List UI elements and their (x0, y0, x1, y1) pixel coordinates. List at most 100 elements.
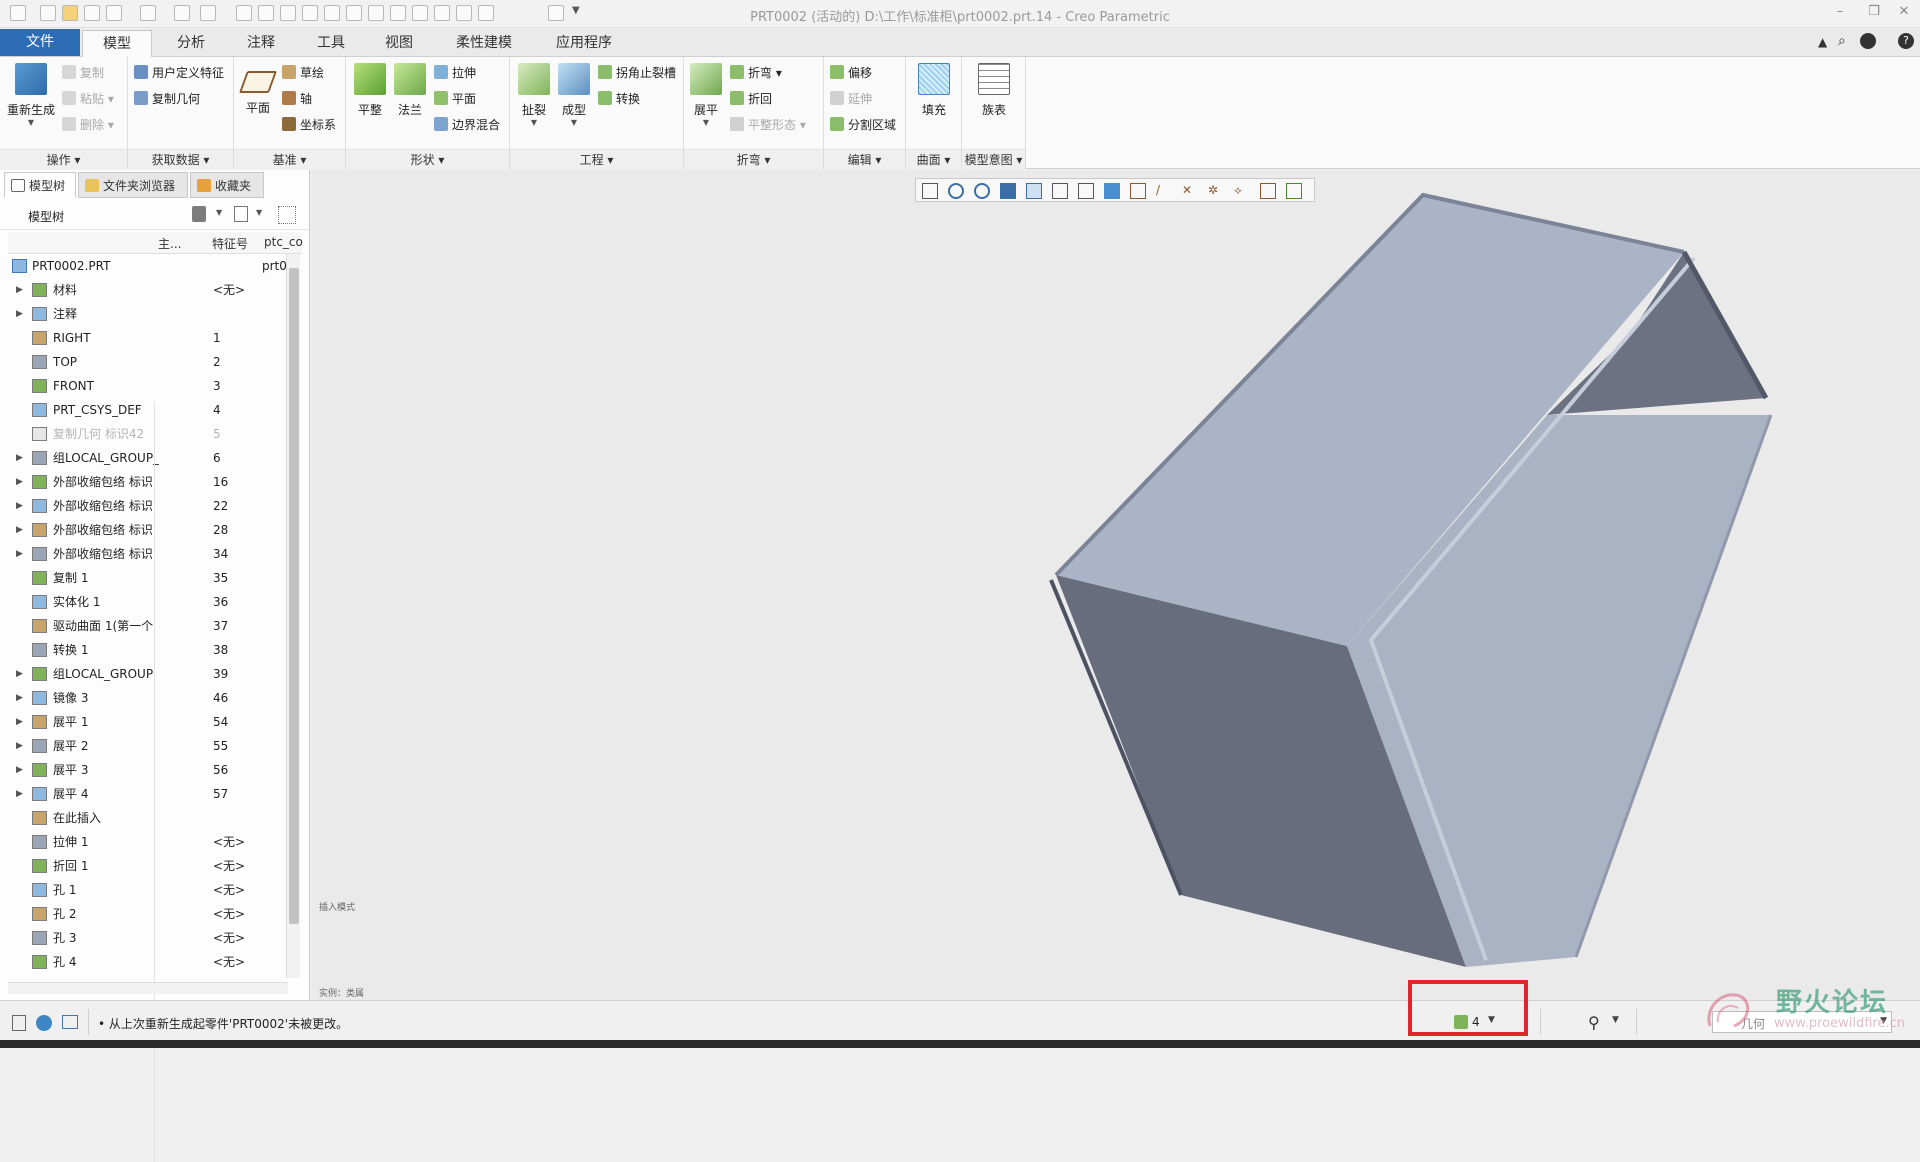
tab-tools[interactable]: 工具 (296, 30, 366, 56)
group-surfaces-label[interactable]: 曲面 ▾ (906, 149, 961, 169)
bend-back-button[interactable]: 折回 (730, 89, 772, 109)
tree-horizontal-scrollbar[interactable] (8, 982, 288, 994)
regenerate-button[interactable]: 重新生成 ▼ (4, 63, 58, 127)
expand-arrow-icon[interactable]: ▶ (16, 686, 26, 710)
show-icon[interactable] (234, 206, 248, 222)
sketch-button[interactable]: 草绘 (282, 63, 324, 83)
tree-item[interactable]: ▶ 组LOCAL_GROUP 39 (8, 662, 288, 686)
find-dropdown-icon[interactable]: ▼ (1612, 1015, 1619, 1025)
expand-arrow-icon[interactable]: ▶ (16, 446, 26, 470)
sheet-metal-model[interactable] (311, 170, 1920, 1000)
tab-applications[interactable]: 应用程序 (536, 30, 632, 56)
paste-button[interactable]: 粘贴 ▾ (62, 89, 114, 109)
collapse-ribbon-icon[interactable]: ▲ (1818, 35, 1827, 49)
tree-item[interactable]: ▶ 外部收缩包络 标识 16 (8, 470, 288, 494)
flat-wall-button[interactable]: 平整 (352, 63, 388, 118)
tab-file[interactable]: 文件 (0, 29, 80, 56)
boundary-blend-button[interactable]: 边界混合 (434, 115, 500, 135)
delete-button[interactable]: 删除 ▾ (62, 115, 114, 135)
search-icon[interactable]: ⌕ (1838, 33, 1846, 49)
flat-state-button[interactable]: 平整形态 ▾ (730, 115, 806, 135)
tree-item[interactable]: 折回 1 <无> (8, 854, 288, 878)
tree-item[interactable]: ▶ 组LOCAL_GROUP_ 6 (8, 446, 288, 470)
udf-button[interactable]: 用户定义特征 (134, 63, 224, 83)
copy-button[interactable]: 复制 (62, 63, 104, 83)
tree-vertical-scrollbar[interactable] (286, 254, 300, 978)
rip-button[interactable]: 扯裂 ▼ (516, 63, 552, 127)
community-icon[interactable] (1860, 33, 1876, 49)
expand-arrow-icon[interactable]: ▶ (16, 518, 26, 542)
copy-geometry-button[interactable]: 复制几何 (134, 89, 200, 109)
tree-item[interactable]: 拉伸 1 <无> (8, 830, 288, 854)
tab-view[interactable]: 视图 (364, 30, 434, 56)
tree-item[interactable]: TOP 2 (8, 350, 288, 374)
corner-relief-button[interactable]: 拐角止裂槽 (598, 63, 676, 83)
scroll-thumb[interactable] (289, 268, 299, 924)
tree-filter-icon[interactable] (278, 206, 296, 224)
tree-settings-icon[interactable] (192, 206, 206, 222)
tree-root[interactable]: PRT0002.PRT prt0 (8, 254, 288, 278)
tree-item[interactable]: 复制 1 35 (8, 566, 288, 590)
group-editing-label[interactable]: 编辑 ▾ (824, 149, 905, 169)
planar-button[interactable]: 平面 (434, 89, 476, 109)
tree-item[interactable]: ▶ 外部收缩包络 标识 22 (8, 494, 288, 518)
tree-item[interactable]: 驱动曲面 1(第一个 37 (8, 614, 288, 638)
tree-item[interactable]: ▶ 展平 2 55 (8, 734, 288, 758)
family-table-button[interactable]: 族表 (974, 63, 1014, 118)
flange-button[interactable]: 法兰 (392, 63, 428, 118)
extrude-button[interactable]: 拉伸 (434, 63, 476, 83)
convert-button[interactable]: 转换 (598, 89, 640, 109)
tree-item[interactable]: 孔 3 <无> (8, 926, 288, 950)
tree-item[interactable]: ▶ 展平 3 56 (8, 758, 288, 782)
csys-button[interactable]: 坐标系 (282, 115, 336, 135)
expand-arrow-icon[interactable]: ▶ (16, 470, 26, 494)
expand-arrow-icon[interactable]: ▶ (16, 302, 26, 326)
tree-item[interactable]: ▶ 外部收缩包络 标识 28 (8, 518, 288, 542)
group-model-intent-label[interactable]: 模型意图 ▾ (962, 149, 1025, 169)
tree-item[interactable]: 实体化 1 36 (8, 590, 288, 614)
offset-button[interactable]: 偏移 (830, 63, 872, 83)
tree-item[interactable]: 孔 2 <无> (8, 902, 288, 926)
tree-item[interactable]: ▶ 外部收缩包络 标识 34 (8, 542, 288, 566)
expand-arrow-icon[interactable]: ▶ (16, 734, 26, 758)
group-operations-label[interactable]: 操作 ▾ (0, 149, 127, 169)
tab-annotate[interactable]: 注释 (226, 30, 296, 56)
unbend-button[interactable]: 展平 ▼ (688, 63, 724, 127)
column-ptc[interactable]: ptc_co (264, 235, 303, 249)
datum-plane-button[interactable]: 平面 (238, 67, 278, 116)
tab-model-tree[interactable]: 模型树 (4, 172, 76, 198)
group-bends-label[interactable]: 折弯 ▾ (684, 149, 823, 169)
tree-item[interactable]: FRONT 3 (8, 374, 288, 398)
tab-flexible-modeling[interactable]: 柔性建模 (436, 30, 532, 56)
find-icon[interactable]: ⚲ (1588, 1013, 1600, 1032)
tab-analysis[interactable]: 分析 (156, 30, 226, 56)
tree-item[interactable]: RIGHT 1 (8, 326, 288, 350)
restore-icon[interactable]: ❐ (1864, 4, 1884, 22)
expand-arrow-icon[interactable]: ▶ (16, 710, 26, 734)
split-area-button[interactable]: 分割区域 (830, 115, 896, 135)
tree-item[interactable]: 在此插入 (8, 806, 288, 830)
tab-favorites[interactable]: 收藏夹 (190, 172, 264, 198)
toggle-navigator-icon[interactable] (12, 1015, 26, 1031)
expand-arrow-icon[interactable]: ▶ (16, 782, 26, 806)
tree-item[interactable]: 转换 1 38 (8, 638, 288, 662)
tree-item[interactable]: ▶ 镜像 3 46 (8, 686, 288, 710)
close-icon[interactable]: ✕ (1894, 4, 1914, 22)
browser-icon[interactable] (36, 1015, 52, 1031)
minimize-icon[interactable]: – (1830, 4, 1850, 22)
expand-arrow-icon[interactable]: ▶ (16, 662, 26, 686)
group-engineering-label[interactable]: 工程 ▾ (510, 149, 683, 169)
expand-arrow-icon[interactable]: ▶ (16, 758, 26, 782)
full-screen-icon[interactable] (62, 1015, 78, 1029)
bend-button[interactable]: 折弯 ▾ (730, 63, 782, 83)
tree-item[interactable]: PRT_CSYS_DEF 4 (8, 398, 288, 422)
tab-model[interactable]: 模型 (82, 30, 152, 58)
group-datum-label[interactable]: 基准 ▾ (234, 149, 345, 169)
tree-item[interactable]: 孔 4 <无> (8, 950, 288, 974)
tree-settings-dropdown-icon[interactable]: ▼ (216, 208, 222, 217)
form-button[interactable]: 成型 ▼ (556, 63, 592, 127)
tree-item[interactable]: ▶ 材料 <无> (8, 278, 288, 302)
column-feature-number[interactable]: 特征号 (212, 235, 248, 252)
tab-folder-browser[interactable]: 文件夹浏览器 (78, 172, 188, 198)
tree-item[interactable]: 孔 1 <无> (8, 878, 288, 902)
